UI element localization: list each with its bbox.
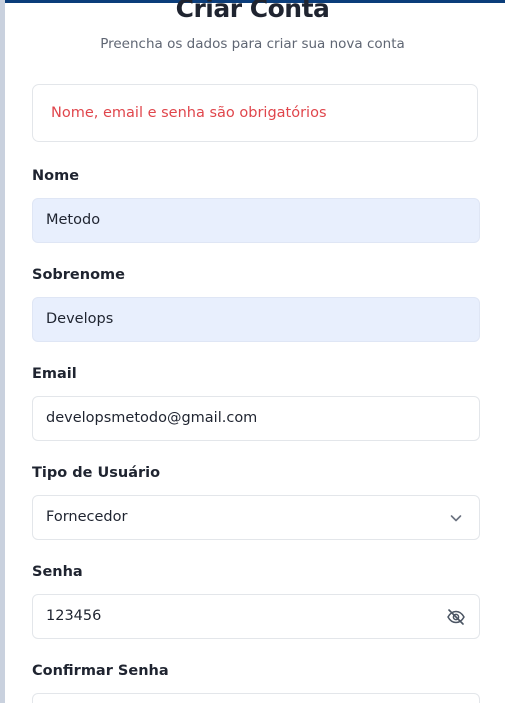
error-message: Nome, email e senha são obrigatórios [51, 105, 327, 121]
senha-label: Senha [32, 564, 83, 580]
sobrenome-value: Develops [46, 311, 114, 327]
nome-value: Metodo [46, 212, 101, 228]
senha-value: 123456 [46, 608, 102, 624]
senha-input[interactable]: 123456 [32, 594, 480, 639]
page-subtitle: Preencha os dados para criar sua nova co… [100, 36, 405, 52]
eye-off-icon[interactable] [446, 607, 466, 627]
confirmar-senha-label: Confirmar Senha [32, 663, 169, 679]
email-value: developsmetodo@gmail.com [46, 410, 258, 426]
left-edge-border [0, 0, 5, 703]
email-label: Email [32, 366, 77, 382]
confirmar-senha-input[interactable] [32, 693, 480, 703]
chevron-down-icon [450, 515, 462, 522]
nome-input[interactable]: Metodo [32, 198, 480, 243]
tipo-usuario-select[interactable]: Fornecedor [32, 495, 480, 540]
sobrenome-input[interactable]: Develops [32, 297, 480, 342]
sobrenome-label: Sobrenome [32, 267, 125, 283]
nome-label: Nome [32, 168, 80, 184]
tipo-usuario-value: Fornecedor [46, 509, 128, 525]
email-input[interactable]: developsmetodo@gmail.com [32, 396, 480, 441]
create-account-screen: Criar Conta Preencha os dados para criar… [0, 0, 505, 703]
tipo-usuario-label: Tipo de Usuário [32, 465, 161, 481]
page-title: Criar Conta [175, 0, 330, 23]
error-alert: Nome, email e senha são obrigatórios [32, 84, 478, 142]
